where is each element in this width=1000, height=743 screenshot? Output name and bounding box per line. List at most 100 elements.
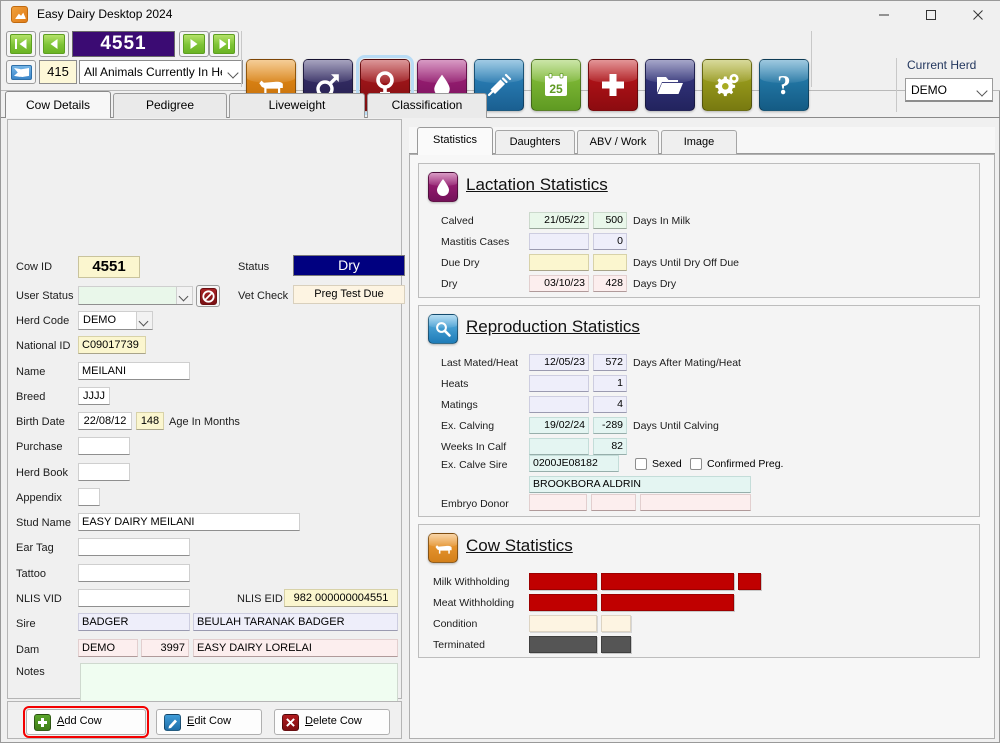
animal-filter-dropdown[interactable]: All Animals Currently In Herc <box>79 60 243 84</box>
first-record-button[interactable] <box>6 31 36 57</box>
confirmed-preg-label: Confirmed Preg. <box>707 458 784 470</box>
last-record-button[interactable] <box>209 31 239 57</box>
add-cow-button[interactable]: Add Cow <box>23 706 149 738</box>
embryo-donor-id[interactable] <box>591 494 636 511</box>
tattoo-label: Tattoo <box>16 568 46 580</box>
reproduction-row-label: Matings <box>441 399 478 411</box>
reproduction-title: Reproduction Statistics <box>466 317 640 336</box>
cow-name-input[interactable]: MEILANI <box>78 362 190 380</box>
cow-stat-bar <box>601 594 734 611</box>
minimize-button[interactable] <box>861 1 907 28</box>
herd-code-dropdown[interactable]: DEMO <box>78 311 153 330</box>
lactation-row-number: 0 <box>593 233 627 250</box>
stats-tab-statistics[interactable]: Statistics <box>417 127 493 155</box>
tab-liveweight[interactable]: Liveweight <box>229 93 365 118</box>
reproduction-row-date[interactable] <box>529 438 589 455</box>
minimize-icon <box>879 14 889 15</box>
delete-cow-button[interactable]: Delete Cow <box>274 709 390 735</box>
animal-filter-value: All Animals Currently In Herc <box>84 65 222 79</box>
reproduction-row-number: 572 <box>593 354 627 371</box>
tab-pedigree[interactable]: Pedigree <box>113 93 227 118</box>
status-value: Dry <box>293 255 405 276</box>
previous-record-button[interactable] <box>39 31 69 57</box>
stats-tab-abv-work[interactable]: ABV / Work <box>577 130 659 154</box>
dam-id-input[interactable]: 3997 <box>141 639 189 657</box>
herd-book-input[interactable] <box>78 463 130 481</box>
stats-tab-daughters[interactable]: Daughters <box>495 130 575 154</box>
statistics-tab-body: Lactation Statistics Calved 21/05/22 500 Da… <box>409 154 995 739</box>
ex-calve-sire-code[interactable]: 0200JE08182 <box>529 455 619 472</box>
reproduction-row-date[interactable]: 19/02/24 <box>529 417 589 434</box>
reproduction-row-date[interactable] <box>529 396 589 413</box>
vet-check-value: Preg Test Due <box>293 285 405 304</box>
lactation-row-date[interactable]: 21/05/22 <box>529 212 589 229</box>
record-count: 415 <box>39 60 77 84</box>
reproduction-row-suffix: Days After Mating/Heat <box>633 357 741 369</box>
sexed-checkbox[interactable] <box>635 458 647 470</box>
cow-stat-row-label: Milk Withholding <box>433 576 510 588</box>
reproduction-row-date[interactable] <box>529 375 589 392</box>
cow-id-value: 4551 <box>78 256 140 278</box>
reproduction-row-date[interactable]: 12/05/23 <box>529 354 589 371</box>
sexed-label: Sexed <box>652 458 682 470</box>
lactation-row-date[interactable] <box>529 233 589 250</box>
sire-code-input[interactable]: BADGER <box>78 613 190 631</box>
clear-user-status-button[interactable] <box>196 285 220 307</box>
cow-name-label: Name <box>16 366 46 378</box>
birth-date-label: Birth Date <box>16 416 65 428</box>
lactation-row-suffix: Days In Milk <box>633 215 691 227</box>
stats-tab-image[interactable]: Image <box>661 130 737 154</box>
herd-code-value: DEMO <box>83 314 116 326</box>
lactation-row-label: Mastitis Cases <box>441 236 510 248</box>
breed-input[interactable]: JJJJ <box>78 387 110 405</box>
tab-cow-details[interactable]: Cow Details <box>5 91 111 118</box>
confirmed-preg-checkbox[interactable] <box>690 458 702 470</box>
nlis-eid-value: 982 000000004551 <box>284 589 398 607</box>
birth-date-input[interactable]: 22/08/12 <box>78 412 132 430</box>
next-record-button[interactable] <box>179 31 209 57</box>
appendix-input[interactable] <box>78 488 100 506</box>
tab-classification[interactable]: Classification <box>367 93 487 118</box>
next-record-icon <box>183 34 205 54</box>
vet-check-label: Vet Check <box>238 290 289 302</box>
purchase-label: Purchase <box>16 441 63 453</box>
cow-stat-row-label: Meat Withholding <box>433 597 515 609</box>
ex-calve-sire-label: Ex. Calve Sire <box>441 459 508 471</box>
current-record-id: 4551 <box>72 31 175 57</box>
close-icon <box>973 9 983 20</box>
stud-name-input[interactable]: EASY DAIRY MEILANI <box>78 513 300 531</box>
national-id-input[interactable]: C09017739 <box>78 336 146 354</box>
nlis-eid-label: NLIS EID <box>237 593 283 605</box>
application-window: Easy Dairy Desktop 2024 4551 415 All Ani… <box>0 0 1000 743</box>
nlis-vid-input[interactable] <box>78 589 190 607</box>
milk-drop-icon <box>428 172 458 202</box>
ex-calve-sire-name: BROOKBORA ALDRIN <box>529 476 751 493</box>
lactation-row-label: Dry <box>441 278 458 290</box>
lactation-row-date[interactable] <box>529 254 589 271</box>
lactation-row-date[interactable]: 03/10/23 <box>529 275 589 292</box>
edit-icon <box>164 714 181 731</box>
action-button-bar: Add Cow Edit Cow Delete Cow <box>7 701 402 739</box>
close-button[interactable] <box>955 1 1000 28</box>
appendix-label: Appendix <box>16 492 62 504</box>
embryo-donor-herd[interactable] <box>529 494 587 511</box>
ear-tag-input[interactable] <box>78 538 190 556</box>
edit-cow-button[interactable]: Edit Cow <box>156 709 262 735</box>
user-status-label: User Status <box>16 290 74 302</box>
current-herd-label: Current Herd <box>907 58 977 72</box>
dam-label: Dam <box>16 644 40 656</box>
reproduction-row-label: Last Mated/Heat <box>441 357 519 369</box>
reproduction-row-number: 1 <box>593 375 627 392</box>
lactation-row-suffix: Days Dry <box>633 278 677 290</box>
cow-statistics-group: Cow Statistics Milk Withholding Meat With… <box>418 524 980 658</box>
dam-herd-input[interactable]: DEMO <box>78 639 138 657</box>
user-status-dropdown[interactable] <box>78 286 193 305</box>
cow-stat-bar <box>601 636 631 653</box>
lactation-row-label: Calved <box>441 215 474 227</box>
tattoo-input[interactable] <box>78 564 190 582</box>
reproduction-row-label: Weeks In Calf <box>441 441 507 453</box>
record-list-button[interactable] <box>6 60 36 84</box>
maximize-button[interactable] <box>908 1 954 28</box>
purchase-input[interactable] <box>78 437 130 455</box>
lactation-row-number: 500 <box>593 212 627 229</box>
